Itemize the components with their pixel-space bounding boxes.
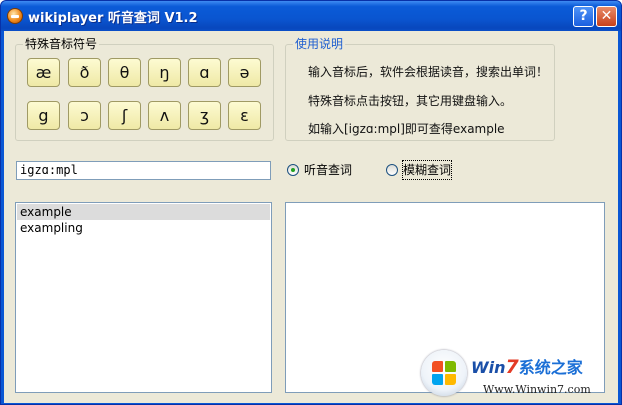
watermark: Win7系统之家 Www.Winwin7.com [421,350,622,405]
phonetic-input[interactable]: igzɑ:mpl [16,161,271,180]
symbol-button-epsilon[interactable]: ɛ [228,101,261,130]
symbol-button-theta[interactable]: θ [108,58,141,87]
close-button[interactable]: ✕ [596,6,617,27]
usage-instructions-group: 使用说明 输入音标后，软件会根据读音，搜索出单词！ 特殊音标点击按钮，其它用键盘… [285,37,555,141]
watermark-brand-seven: 7 [505,356,519,378]
special-symbols-title: 特殊音标符号 [23,37,100,51]
radio-dot-icon[interactable] [386,164,398,176]
help-button[interactable]: ? [573,6,594,27]
symbol-button-eth[interactable]: ð [68,58,101,87]
watermark-brand-win: Win [471,358,506,377]
app-icon[interactable] [7,8,23,24]
radio-label: 听音查词 [304,163,353,177]
list-item[interactable]: exampling [17,220,270,236]
usage-line: 输入音标后，软件会根据读音，搜索出单词！ [308,65,549,79]
special-symbols-group: 特殊音标符号 æ ð θ ŋ ɑ ə g ɔ ʃ ʌ ʒ ɛ [15,37,274,141]
app-window: wikiplayer 听音查词 V1.2 ? ✕ 特殊音标符号 æ ð θ ŋ … [0,0,622,405]
client-area: 特殊音标符号 æ ð θ ŋ ɑ ə g ɔ ʃ ʌ ʒ ɛ 使用说明 输入音标… [4,31,618,403]
usage-instructions-title: 使用说明 [293,37,346,51]
radio-dot-icon[interactable] [287,164,299,176]
windows-logo-icon [421,350,467,396]
symbol-button-wedge[interactable]: ʌ [148,101,181,130]
symbol-button-alpha[interactable]: ɑ [188,58,221,87]
word-results-list[interactable]: example exampling [15,202,272,393]
symbol-button-ezh[interactable]: ʒ [188,101,221,130]
symbol-button-eng[interactable]: ŋ [148,58,181,87]
symbol-button-schwa[interactable]: ə [228,58,261,87]
symbol-button-open-o[interactable]: ɔ [68,101,101,130]
list-item[interactable]: example [17,204,270,220]
watermark-url: Www.Winwin7.com [483,383,591,396]
symbol-button-ae[interactable]: æ [27,58,60,87]
radio-label: 模糊查词 [401,160,453,180]
window-title: wikiplayer 听音查词 V1.2 [28,11,198,26]
title-bar[interactable]: wikiplayer 听音查词 V1.2 ? ✕ [1,1,621,31]
radio-listen-lookup[interactable]: 听音查词 [287,161,357,179]
symbol-button-esh[interactable]: ʃ [108,101,141,130]
usage-line: 如输入[igzɑ:mpl]即可查得example [308,122,505,136]
watermark-brand: Win7系统之家 [471,354,583,378]
symbol-button-g[interactable]: g [27,101,60,130]
watermark-brand-cn: 系统之家 [518,358,583,377]
radio-fuzzy-lookup[interactable]: 模糊查词 [386,160,462,180]
usage-line: 特殊音标点击按钮，其它用键盘输入。 [308,94,513,108]
